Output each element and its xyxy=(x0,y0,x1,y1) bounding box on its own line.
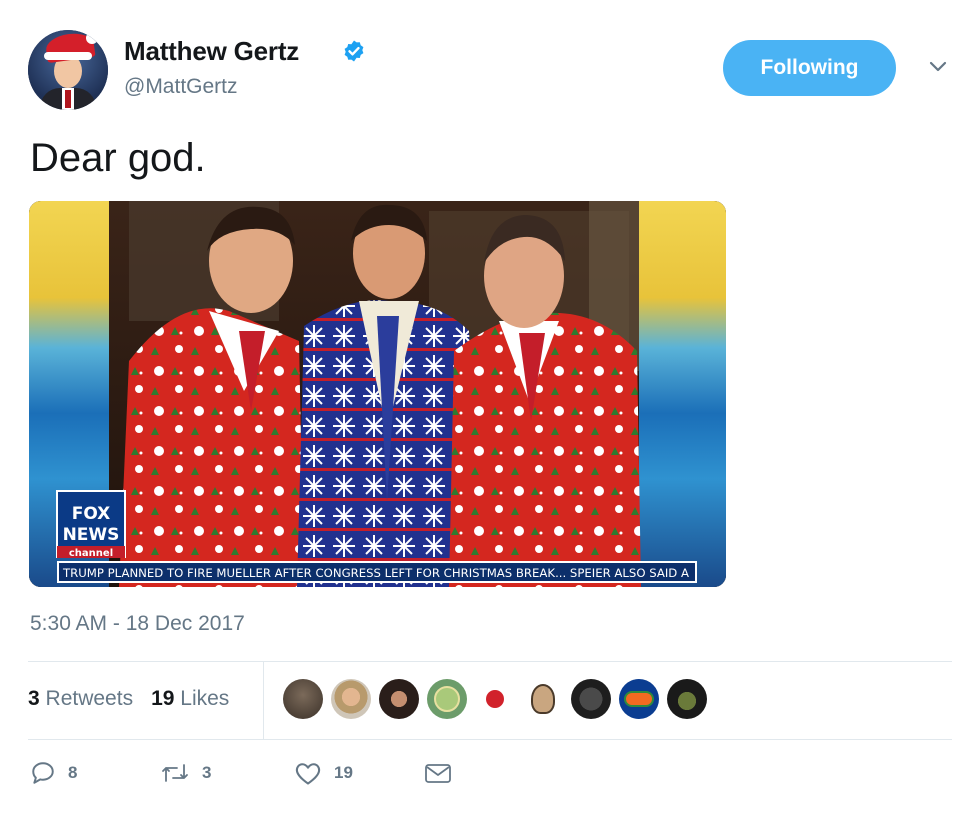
retweets-label: Retweets xyxy=(45,687,134,710)
tweet-photo[interactable]: FOX NEWS channel TRUMP PLANNED TO FIRE M… xyxy=(29,201,726,587)
chevron-down-icon[interactable] xyxy=(928,60,948,74)
tweet-timestamp[interactable]: 5:30 AM - 18 Dec 2017 xyxy=(30,612,245,636)
engagement-stats: 3 Retweets 19 Likes xyxy=(28,687,229,711)
likes-stat[interactable]: 19 Likes xyxy=(151,687,229,711)
retweet-action[interactable]: 3 xyxy=(160,760,294,786)
liker-avatar[interactable] xyxy=(619,679,659,719)
likes-label: Likes xyxy=(180,687,230,710)
liker-avatar[interactable] xyxy=(523,679,563,719)
following-button[interactable]: Following xyxy=(723,40,896,96)
network-logo-line3: channel xyxy=(69,548,113,559)
liker-avatar[interactable] xyxy=(283,679,323,719)
reply-action[interactable]: 8 xyxy=(30,760,160,786)
heart-icon xyxy=(295,763,321,785)
author-name[interactable]: Matthew Gertz xyxy=(124,36,299,67)
retweet-icon xyxy=(162,764,188,782)
author-handle[interactable]: @MattGertz xyxy=(124,75,238,99)
news-ticker-text: TRUMP PLANNED TO FIRE MUELLER AFTER CONG… xyxy=(62,566,689,580)
liker-avatar[interactable] xyxy=(475,679,515,719)
like-count: 19 xyxy=(334,763,353,782)
reply-count: 8 xyxy=(68,763,78,782)
tweet-actions: 8 3 19 xyxy=(30,760,452,786)
liker-avatar[interactable] xyxy=(667,679,707,719)
retweet-count: 3 xyxy=(202,763,212,782)
direct-message-action[interactable] xyxy=(424,761,452,785)
tweet-text: Dear god. xyxy=(30,136,206,180)
retweets-count: 3 xyxy=(28,687,40,710)
liker-avatar[interactable] xyxy=(571,679,611,719)
liker-avatar[interactable] xyxy=(427,679,467,719)
liker-avatars xyxy=(283,679,707,719)
likes-count: 19 xyxy=(151,687,175,710)
verified-badge-icon xyxy=(344,40,364,62)
reply-icon xyxy=(32,762,54,784)
divider-top xyxy=(28,661,952,662)
divider-vertical xyxy=(263,661,264,739)
liker-avatar[interactable] xyxy=(331,679,371,719)
retweets-stat[interactable]: 3 Retweets xyxy=(28,687,133,711)
like-action[interactable]: 19 xyxy=(294,760,424,786)
author-avatar[interactable] xyxy=(28,30,108,110)
network-logo-line1: FOX xyxy=(72,504,111,524)
network-logo-line2: NEWS xyxy=(63,525,120,545)
envelope-icon xyxy=(425,764,451,783)
divider-bottom xyxy=(28,739,952,740)
liker-avatar[interactable] xyxy=(379,679,419,719)
